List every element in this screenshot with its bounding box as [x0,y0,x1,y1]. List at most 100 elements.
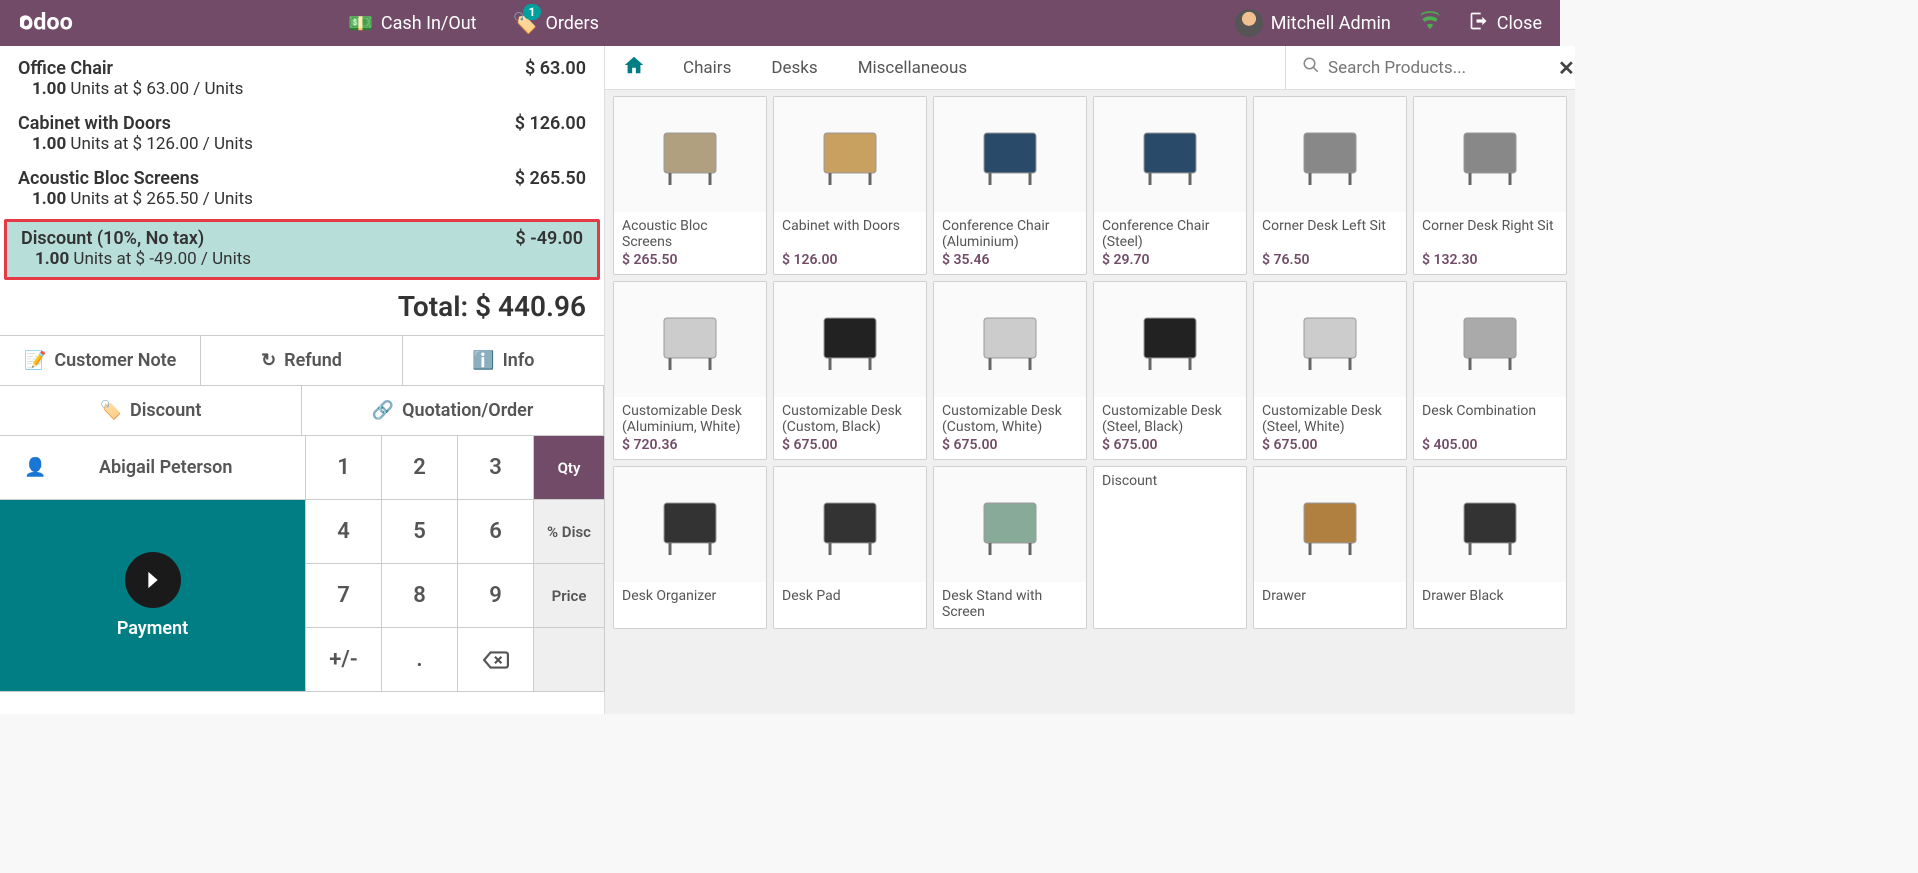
order-line[interactable]: Acoustic Bloc Screens 1.00 Units at $ 26… [0,162,604,217]
product-image [614,282,766,397]
product-name: Drawer [1254,582,1406,622]
clear-search-icon[interactable]: ✕ [1558,56,1575,80]
orders-button[interactable]: 🏷️ 1 Orders [495,0,617,46]
product-name: Conference Chair (Aluminium) [934,212,1086,252]
product-card[interactable]: Customizable Desk (Custom, Black) $ 675.… [773,281,927,460]
numpad-mode[interactable]: Price [534,564,605,628]
info-button[interactable]: ℹ️Info [403,336,604,386]
refund-button[interactable]: ↻Refund [201,336,402,386]
product-price: $ 76.50 [1254,252,1406,274]
line-detail: 1.00 Units at $ -49.00 / Units [21,249,251,269]
order-line[interactable]: Cabinet with Doors 1.00 Units at $ 126.0… [0,107,604,162]
product-card[interactable]: Desk Stand with Screen [933,466,1087,629]
line-detail: 1.00 Units at $ 63.00 / Units [18,79,243,99]
category-tab[interactable]: Miscellaneous [838,58,987,78]
numpad-key[interactable]: . [382,628,458,692]
product-price: $ 405.00 [1414,437,1566,459]
line-name: Acoustic Bloc Screens [18,168,253,189]
product-image [774,97,926,212]
product-price [1094,507,1246,513]
order-line[interactable]: Discount (10%, No tax) 1.00 Units at $ -… [4,219,600,280]
search-input[interactable] [1328,58,1550,78]
product-image [614,467,766,582]
product-price: $ 29.70 [1094,252,1246,274]
discount-button[interactable]: 🏷️Discount [0,386,302,436]
product-image [1254,467,1406,582]
numpad-key[interactable]: 5 [382,500,458,564]
product-card[interactable]: Desk Pad [773,466,927,629]
numpad-key[interactable]: 6 [458,500,534,564]
numpad-key[interactable]: 7 [306,564,382,628]
product-price: $ 132.30 [1414,252,1566,274]
product-price: $ 720.36 [614,437,766,459]
line-price: $ 63.00 [525,58,586,99]
cash-icon: 💵 [348,11,373,35]
product-card[interactable]: Conference Chair (Steel) $ 29.70 [1093,96,1247,275]
payment-button[interactable]: Payment [0,500,306,692]
product-name: Corner Desk Right Sit [1414,212,1566,252]
product-image [1254,97,1406,212]
numpad-key[interactable]: 3 [458,436,534,500]
product-card[interactable]: Drawer Black [1413,466,1567,629]
product-card[interactable]: Corner Desk Left Sit $ 76.50 [1253,96,1407,275]
customer-button[interactable]: 👤 Abigail Peterson [0,436,306,500]
product-image [1094,282,1246,397]
product-price [934,622,1086,628]
product-card[interactable]: Discount [1093,466,1247,629]
product-card[interactable]: Desk Combination $ 405.00 [1413,281,1567,460]
product-price: $ 675.00 [934,437,1086,459]
numpad-key[interactable]: +/- [306,628,382,692]
product-name: Discount [1094,467,1246,507]
orders-label: Orders [545,13,598,34]
product-name: Customizable Desk (Aluminium, White) [614,397,766,437]
avatar [1235,9,1263,37]
product-card[interactable]: Corner Desk Right Sit $ 132.30 [1413,96,1567,275]
numpad-mode[interactable]: Qty [534,436,605,500]
product-price [614,622,766,628]
numpad-mode[interactable]: % Disc [534,500,605,564]
line-detail: 1.00 Units at $ 265.50 / Units [18,189,253,209]
category-tab[interactable]: Desks [751,58,837,78]
product-card[interactable]: Customizable Desk (Aluminium, White) $ 7… [613,281,767,460]
order-total: Total: $ 440.96 [0,282,604,335]
product-card[interactable]: Conference Chair (Aluminium) $ 35.46 [933,96,1087,275]
cash-in-out-button[interactable]: 💵 Cash In/Out [330,0,495,46]
topbar: odoo 💵 Cash In/Out 🏷️ 1 Orders Mitchell … [0,0,1560,46]
product-card[interactable]: Drawer [1253,466,1407,629]
link-icon: 🔗 [372,400,394,421]
numpad-key[interactable]: 2 [382,436,458,500]
close-button[interactable]: Close [1451,0,1560,46]
customer-note-button[interactable]: 📝Customer Note [0,336,201,386]
product-price: $ 675.00 [1254,437,1406,459]
line-name: Discount (10%, No tax) [21,228,251,249]
numpad-key[interactable]: 1 [306,436,382,500]
product-card[interactable]: Cabinet with Doors $ 126.00 [773,96,927,275]
product-grid: Acoustic Bloc Screens $ 265.50 Cabinet w… [605,90,1575,714]
numpad-key[interactable]: 9 [458,564,534,628]
product-card[interactable]: Acoustic Bloc Screens $ 265.50 [613,96,767,275]
odoo-logo[interactable]: odoo [0,0,130,46]
category-tab[interactable]: Chairs [663,58,751,78]
tag-icon: 🏷️ [100,400,122,421]
numpad-key[interactable]: 8 [382,564,458,628]
order-line[interactable]: Office Chair 1.00 Units at $ 63.00 / Uni… [0,52,604,107]
home-category-button[interactable] [605,54,663,82]
numpad-key[interactable] [458,628,534,692]
product-card[interactable]: Desk Organizer [613,466,767,629]
product-price: $ 675.00 [1094,437,1246,459]
product-name: Conference Chair (Steel) [1094,212,1246,252]
user-menu[interactable]: Mitchell Admin [1217,0,1409,46]
product-price: $ 35.46 [934,252,1086,274]
product-name: Customizable Desk (Steel, White) [1254,397,1406,437]
product-image [614,97,766,212]
numpad-key[interactable]: 4 [306,500,382,564]
logout-icon [1469,11,1489,36]
note-icon: 📝 [24,350,46,371]
order-lines: Office Chair 1.00 Units at $ 63.00 / Uni… [0,46,604,282]
product-card[interactable]: Customizable Desk (Custom, White) $ 675.… [933,281,1087,460]
quotation-button[interactable]: 🔗Quotation/Order [302,386,604,436]
product-card[interactable]: Customizable Desk (Steel, Black) $ 675.0… [1093,281,1247,460]
product-image [774,282,926,397]
product-card[interactable]: Customizable Desk (Steel, White) $ 675.0… [1253,281,1407,460]
person-icon: 👤 [24,457,46,478]
